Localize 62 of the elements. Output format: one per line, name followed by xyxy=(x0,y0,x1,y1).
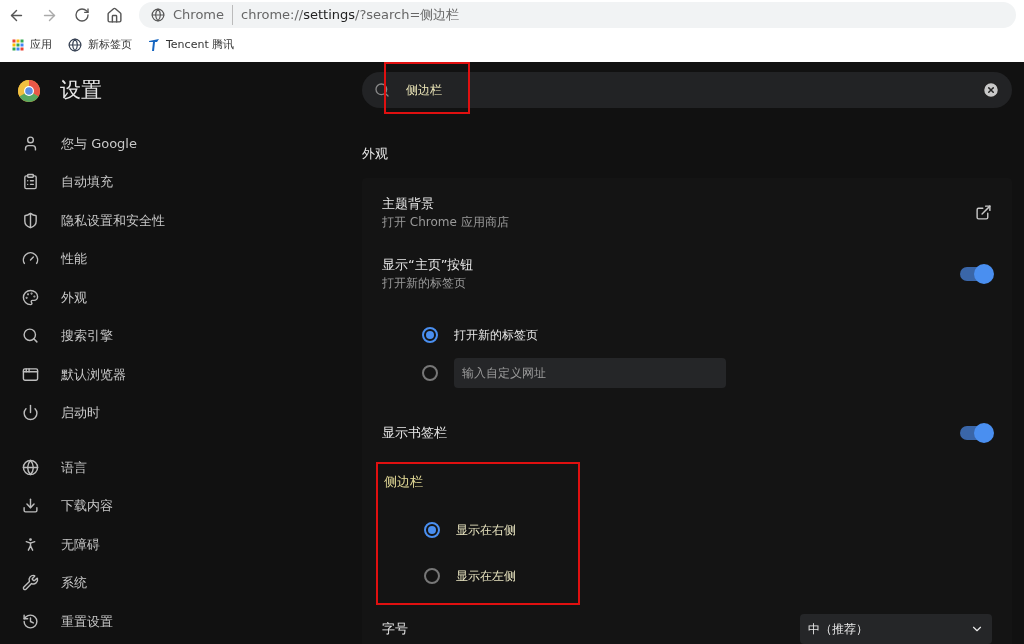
radio-button[interactable] xyxy=(424,568,440,584)
nav-item[interactable]: 系统 xyxy=(0,563,362,602)
setting-title: 显示“主页”按钮 xyxy=(382,255,475,274)
radio-button[interactable] xyxy=(422,364,438,381)
nav-item[interactable]: 启动时 xyxy=(0,393,362,432)
site-label: Chrome xyxy=(173,5,233,25)
grid-dots-icon xyxy=(12,39,24,51)
clipboard-icon xyxy=(22,173,39,191)
home-icon[interactable] xyxy=(106,6,123,24)
nav-item[interactable]: 自动填充 xyxy=(0,162,362,201)
person-icon xyxy=(22,134,39,152)
nav-item[interactable]: 下载内容 xyxy=(0,486,362,525)
chrome-logo-icon xyxy=(18,80,40,102)
globe-icon xyxy=(151,8,165,22)
nav-item[interactable]: 您与 Google xyxy=(0,124,362,163)
radio-button[interactable] xyxy=(424,522,440,538)
clear-icon[interactable] xyxy=(982,81,1000,99)
tencent-logo-icon xyxy=(148,38,160,52)
shield-icon xyxy=(22,211,39,229)
nav-item[interactable]: 无障碍 xyxy=(0,525,362,564)
search-text: 侧边栏 xyxy=(406,82,443,99)
bookmark-link[interactable]: 应用 xyxy=(12,36,52,54)
url-input-field[interactable]: 输入自定义网址 xyxy=(454,357,726,388)
palette-icon xyxy=(22,288,39,306)
section-heading: 外观 xyxy=(362,145,388,163)
power-icon xyxy=(22,404,39,422)
toggle-switch[interactable] xyxy=(960,425,992,440)
globe-icon xyxy=(22,458,39,476)
download-icon xyxy=(22,497,39,515)
setting-title: 字号 xyxy=(382,620,409,639)
url-text: chrome://settings/?search=侧边栏 xyxy=(241,6,460,25)
radio-label: 打开新的标签页 xyxy=(454,326,538,344)
nav-item[interactable]: 性能 xyxy=(0,239,362,278)
bookmark-link[interactable]: Tencent 腾讯 xyxy=(148,36,235,54)
font-size-dropdown[interactable]: 中（推荐） xyxy=(800,614,992,644)
search-icon xyxy=(374,82,390,98)
settings-title: 设置 xyxy=(60,77,102,105)
radio-button[interactable] xyxy=(422,326,438,343)
section-label: 侧边栏 xyxy=(384,472,424,491)
search-icon xyxy=(22,327,39,345)
bookmark-link[interactable]: 新标签页 xyxy=(68,36,132,54)
nav-item[interactable]: 重置设置 xyxy=(0,602,362,641)
nav-item[interactable]: 隐私设置和安全性 xyxy=(0,201,362,240)
nav-item[interactable]: 搜索引擎 xyxy=(0,316,362,355)
address-bar[interactable]: Chrome chrome://settings/?search=侧边栏 xyxy=(139,2,1016,28)
nav-item[interactable]: 默认浏览器 xyxy=(0,355,362,394)
setting-subtitle: 打开 Chrome 应用商店 xyxy=(382,214,510,232)
nav-item[interactable]: 语言 xyxy=(0,448,362,487)
reload-icon[interactable] xyxy=(74,7,90,23)
setting-title: 主题背景 xyxy=(382,194,435,213)
setting-subtitle: 打开新的标签页 xyxy=(382,275,467,293)
history-icon xyxy=(22,612,39,630)
toggle-switch[interactable] xyxy=(960,266,992,281)
radio-label: 显示在左侧 xyxy=(456,568,516,585)
wrench-icon xyxy=(22,574,39,592)
external-link-icon[interactable] xyxy=(975,204,992,221)
setting-title: 显示书签栏 xyxy=(382,423,448,442)
search-field[interactable]: 侧边栏 xyxy=(362,72,1012,108)
globe-icon xyxy=(68,38,82,52)
radio-label: 显示在右侧 xyxy=(456,522,516,539)
browser-window-icon xyxy=(22,365,39,383)
nav-item[interactable]: 外观 xyxy=(0,278,362,317)
